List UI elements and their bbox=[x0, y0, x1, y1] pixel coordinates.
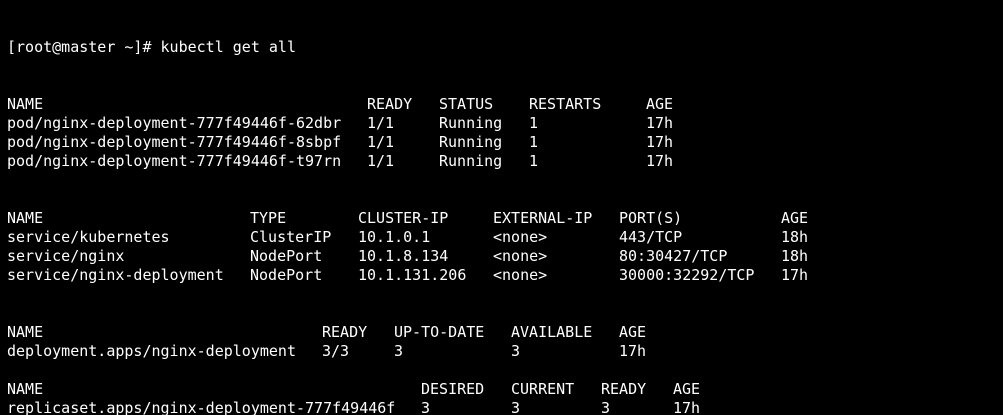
deployments-row: deployment.apps/nginx-deployment 3/3 3 3 17h bbox=[7, 342, 808, 361]
deployments-header-row: NAME READY UP-TO-DATE AVAILABLE AGE bbox=[7, 323, 808, 342]
pods-row-cell: 17h bbox=[646, 152, 674, 170]
pods-row: pod/nginx-deployment-777f49446f-8sbpf 1/1… bbox=[7, 133, 808, 152]
pods-row-cell: 17h bbox=[646, 114, 674, 132]
services-row-cell: 80:30427/TCP bbox=[619, 247, 728, 265]
replicasets-row-cell: 17h bbox=[673, 399, 701, 415]
services-header-row-cell: EXTERNAL-IP bbox=[493, 209, 593, 227]
deployments-row-cell: 17h bbox=[619, 342, 647, 360]
services-row-cell: NodePort bbox=[250, 266, 323, 284]
services-header-row-cell: PORT(S) bbox=[619, 209, 683, 227]
replicasets-row-cell: 3 bbox=[601, 399, 611, 415]
pods-row-cell: pod/nginx-deployment-777f49446f-t97rn bbox=[7, 152, 342, 170]
services-header-row-cell: AGE bbox=[781, 209, 809, 227]
terminal-window[interactable]: [root@master ~]# kubectl get all NAME REA… bbox=[0, 0, 1003, 415]
shell-prompt: [root@master ~]# bbox=[7, 38, 161, 56]
services-row: service/nginx-deployment NodePort 10.1.131… bbox=[7, 266, 808, 285]
services-row-cell: <none> bbox=[493, 266, 548, 284]
command-text: kubectl get all bbox=[160, 38, 296, 56]
pods-row-cell: pod/nginx-deployment-777f49446f-62dbr bbox=[7, 114, 342, 132]
services-row-cell: 18h bbox=[781, 228, 809, 246]
pods-row-cell: 1 bbox=[529, 114, 539, 132]
replicasets-header-row: NAME DESIRED CURRENT READY AGE bbox=[7, 380, 808, 399]
deployments-row-cell: deployment.apps/nginx-deployment bbox=[7, 342, 296, 360]
pods-row: pod/nginx-deployment-777f49446f-62dbr 1/1… bbox=[7, 114, 808, 133]
services-header-row-cell: CLUSTER-IP bbox=[358, 209, 449, 227]
deployments-header-row-cell: AVAILABLE bbox=[511, 323, 593, 341]
deployments-row-cell: 3 bbox=[511, 342, 521, 360]
services-row-cell: ClusterIP bbox=[250, 228, 332, 246]
pods-row: pod/nginx-deployment-777f49446f-t97rn 1/1… bbox=[7, 152, 808, 171]
services-row-cell: service/nginx bbox=[7, 247, 125, 265]
services-row-cell: service/nginx-deployment bbox=[7, 266, 224, 284]
replicasets-header-row-cell: CURRENT bbox=[511, 380, 575, 398]
pods-header-row-cell: AGE bbox=[646, 95, 674, 113]
replicasets-row-cell: 3 bbox=[421, 399, 431, 415]
replicasets-row-cell: replicaset.apps/nginx-deployment-777f494… bbox=[7, 399, 396, 415]
services-row-cell: <none> bbox=[493, 228, 548, 246]
pods-row-cell: 1/1 bbox=[367, 152, 395, 170]
pods-row-cell: pod/nginx-deployment-777f49446f-8sbpf bbox=[7, 133, 342, 151]
services-row-cell: service/kubernetes bbox=[7, 228, 170, 246]
services-row-cell: 30000:32292/TCP bbox=[619, 266, 755, 284]
pods-header-row: NAME READY STATUS RESTARTS AGE bbox=[7, 95, 808, 114]
pods-row-cell: 1 bbox=[529, 133, 539, 151]
deployments-row-cell: 3/3 bbox=[322, 342, 350, 360]
services-row: service/nginx NodePort 10.1.8.134 <none> 80:… bbox=[7, 247, 808, 266]
pods-header-row-cell: STATUS bbox=[439, 95, 494, 113]
window-edge bbox=[1003, 0, 1008, 415]
deployments-row-cell: 3 bbox=[394, 342, 404, 360]
terminal-output: [root@master ~]# kubectl get all NAME REA… bbox=[7, 0, 808, 415]
replicasets-header-row-cell: NAME bbox=[7, 380, 44, 398]
replicasets-header-row-cell: DESIRED bbox=[421, 380, 485, 398]
pods-row-cell: 1/1 bbox=[367, 114, 395, 132]
services-header-row-cell: TYPE bbox=[250, 209, 287, 227]
command-line[interactable]: [root@master ~]# kubectl get all bbox=[7, 38, 808, 57]
pods-row-cell: Running bbox=[439, 152, 503, 170]
replicasets-header-row-cell: AGE bbox=[673, 380, 701, 398]
pods-row-cell: 1/1 bbox=[367, 133, 395, 151]
deployments-header-row-cell: NAME bbox=[7, 323, 44, 341]
pods-row-cell: Running bbox=[439, 133, 503, 151]
deployments-header-row-cell: READY bbox=[322, 323, 368, 341]
services-row-cell: 10.1.0.1 bbox=[358, 228, 431, 246]
services-row-cell: 10.1.131.206 bbox=[358, 266, 467, 284]
pods-header-row-cell: READY bbox=[367, 95, 413, 113]
deployments-header-row-cell: AGE bbox=[619, 323, 647, 341]
services-row-cell: 10.1.8.134 bbox=[358, 247, 449, 265]
services-row: service/kubernetes ClusterIP 10.1.0.1 <none… bbox=[7, 228, 808, 247]
replicasets-row: replicaset.apps/nginx-deployment-777f494… bbox=[7, 399, 808, 415]
services-header-row: NAME TYPE CLUSTER-IP EXTERNAL-IP PORT(S) AGE bbox=[7, 209, 808, 228]
replicasets-row-cell: 3 bbox=[511, 399, 521, 415]
pods-row-cell: 17h bbox=[646, 133, 674, 151]
services-row-cell: 18h bbox=[781, 247, 809, 265]
services-row-cell: <none> bbox=[493, 247, 548, 265]
pods-row-cell: Running bbox=[439, 114, 503, 132]
pods-header-row-cell: NAME bbox=[7, 95, 44, 113]
deployments-header-row-cell: UP-TO-DATE bbox=[394, 323, 485, 341]
services-row-cell: 17h bbox=[781, 266, 809, 284]
services-row-cell: 443/TCP bbox=[619, 228, 683, 246]
services-header-row-cell: NAME bbox=[7, 209, 44, 227]
replicasets-header-row-cell: READY bbox=[601, 380, 647, 398]
pods-row-cell: 1 bbox=[529, 152, 539, 170]
pods-header-row-cell: RESTARTS bbox=[529, 95, 602, 113]
services-row-cell: NodePort bbox=[250, 247, 323, 265]
